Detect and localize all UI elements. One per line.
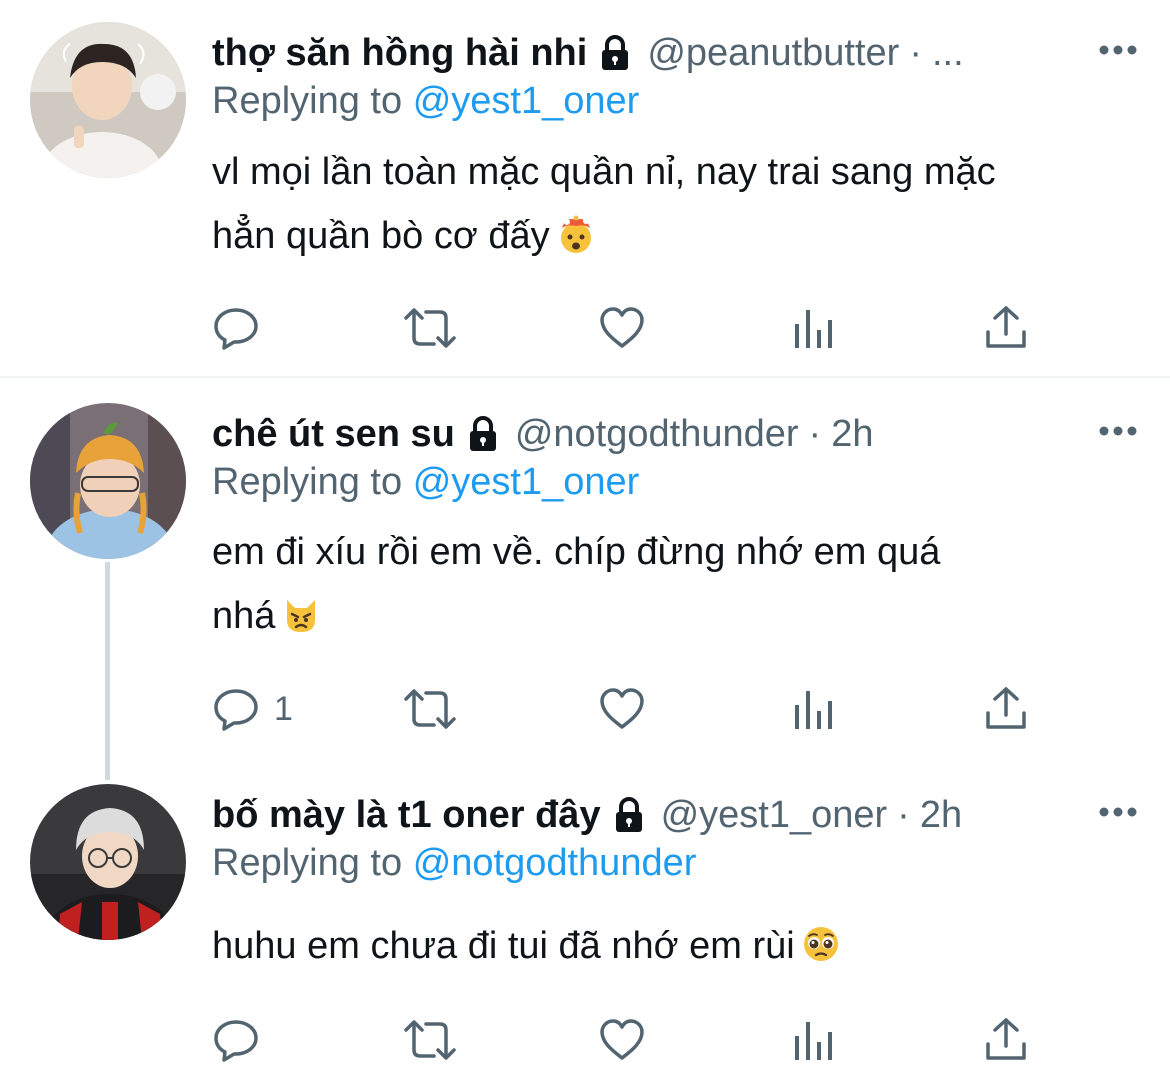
tweet-text: vl mọi lần toàn mặc quần nỉ, nay trai sa…	[212, 140, 1142, 268]
tweet-text-line: em đi xíu rồi em về. chíp đừng nhớ em qu…	[212, 531, 941, 573]
analytics-button[interactable]	[792, 1012, 836, 1068]
avatar[interactable]	[30, 784, 186, 940]
more-icon[interactable]	[1096, 28, 1140, 72]
retweet-button[interactable]	[402, 681, 458, 737]
replying-prefix: Replying to	[212, 842, 403, 884]
tweet-actions: 1	[212, 681, 1042, 737]
reply-button[interactable]: 1	[212, 681, 293, 737]
reply-icon	[212, 685, 260, 733]
reply-icon	[212, 1016, 260, 1064]
handle[interactable]: @notgodthunder	[515, 409, 799, 459]
share-icon	[982, 304, 1030, 352]
mention-link[interactable]: @yest1_oner	[413, 461, 640, 503]
analytics-icon	[792, 304, 836, 352]
lock-icon	[463, 414, 503, 454]
tweet-header: thợ săn hồng hài nhi @peanutbutter · ...	[212, 28, 1080, 78]
separator-dot: ·	[897, 794, 910, 836]
analytics-button[interactable]	[792, 681, 836, 737]
display-name[interactable]: bố mày là t1 oner đây	[212, 790, 601, 840]
replying-to: Replying to @yest1_oner	[212, 457, 639, 507]
reply-button[interactable]	[212, 1012, 274, 1068]
retweet-button[interactable]	[402, 1012, 458, 1068]
analytics-button[interactable]	[792, 300, 836, 356]
display-name[interactable]: thợ săn hồng hài nhi	[212, 28, 587, 78]
heart-icon	[598, 1016, 646, 1064]
tweet-header: bố mày là t1 oner đây @yest1_oner · 2h	[212, 790, 1080, 840]
heart-icon	[598, 685, 646, 733]
like-button[interactable]	[598, 681, 646, 737]
tweet-text-line: hẳn quần bò cơ đấy	[212, 215, 550, 257]
handle[interactable]: @peanutbutter	[647, 28, 899, 78]
timestamp[interactable]: 2h	[920, 790, 962, 840]
tweet-actions	[212, 1012, 1042, 1068]
replying-to: Replying to @yest1_oner	[212, 76, 639, 126]
lock-icon	[609, 795, 649, 835]
lock-icon	[595, 33, 635, 73]
timestamp[interactable]: 2h	[831, 409, 873, 459]
tweet-text-line: vl mọi lần toàn mặc quần nỉ, nay trai sa…	[212, 151, 996, 193]
tweet-actions	[212, 300, 1042, 356]
mention-link[interactable]: @yest1_oner	[413, 80, 640, 122]
heart-icon	[598, 304, 646, 352]
more-icon[interactable]	[1096, 409, 1140, 453]
separator-dot: ·	[808, 413, 822, 455]
tweet-text-line-with-emoji: nhá	[212, 584, 1142, 648]
separator-dot: ·	[909, 32, 922, 74]
pleading-face-emoji	[801, 920, 841, 961]
tweet-text-line: nhá	[212, 595, 276, 637]
share-button[interactable]	[982, 300, 1030, 356]
analytics-icon	[792, 1016, 836, 1064]
tweet-3[interactable]: bố mày là t1 oner đây @yest1_oner · 2h R…	[0, 760, 1170, 1085]
replying-to: Replying to @notgodthunder	[212, 838, 696, 888]
retweet-icon	[402, 1016, 458, 1064]
display-name[interactable]: chê út sen su	[212, 409, 455, 459]
share-icon	[982, 685, 1030, 733]
pouting-cat-emoji	[281, 590, 321, 632]
tweet-text-line-with-emoji: huhu em chưa đi tui đã nhớ em rùi	[212, 914, 1142, 978]
reply-count: 1	[274, 689, 293, 728]
retweet-icon	[402, 304, 458, 352]
analytics-icon	[792, 685, 836, 733]
replying-prefix: Replying to	[212, 80, 403, 122]
avatar[interactable]	[30, 22, 186, 178]
like-button[interactable]	[598, 1012, 646, 1068]
retweet-button[interactable]	[402, 300, 458, 356]
like-button[interactable]	[598, 300, 646, 356]
timestamp[interactable]: ...	[932, 28, 964, 78]
avatar[interactable]	[30, 403, 186, 559]
share-icon	[982, 1016, 1030, 1064]
reply-button[interactable]	[212, 300, 274, 356]
mention-link[interactable]: @notgodthunder	[413, 842, 697, 884]
retweet-icon	[402, 685, 458, 733]
share-button[interactable]	[982, 1012, 1030, 1068]
reply-icon	[212, 304, 260, 352]
tweet-text: em đi xíu rồi em về. chíp đừng nhớ em qu…	[212, 520, 1142, 648]
tweet-2[interactable]: chê út sen su @notgodthunder · 2h Replyi…	[0, 378, 1170, 758]
handle[interactable]: @yest1_oner	[661, 790, 888, 840]
more-icon[interactable]	[1096, 790, 1140, 834]
replying-prefix: Replying to	[212, 461, 403, 503]
exploding-head-emoji	[556, 210, 596, 253]
tweet-1[interactable]: thợ săn hồng hài nhi @peanutbutter · ...…	[0, 0, 1170, 376]
tweet-header: chê út sen su @notgodthunder · 2h	[212, 409, 1080, 459]
tweet-text-line: huhu em chưa đi tui đã nhớ em rùi	[212, 925, 795, 967]
share-button[interactable]	[982, 681, 1030, 737]
tweet-text-line-with-emoji: hẳn quần bò cơ đấy	[212, 204, 1142, 268]
tweet-text: huhu em chưa đi tui đã nhớ em rùi	[212, 914, 1142, 978]
